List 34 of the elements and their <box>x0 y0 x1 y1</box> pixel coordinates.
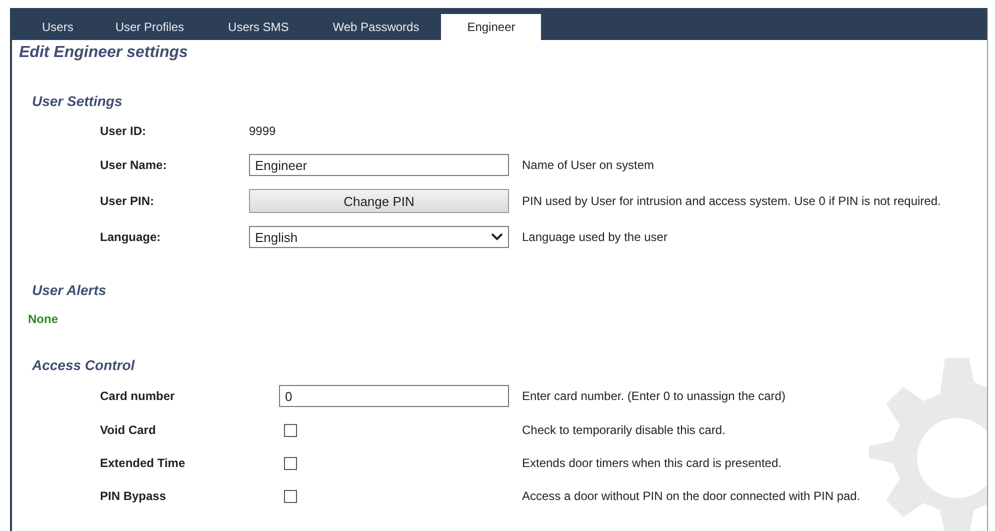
field-description: Language used by the user <box>522 230 668 244</box>
field-description: Name of User on system <box>522 158 656 172</box>
field-description: Check to temporarily disable this card. <box>522 423 726 437</box>
page-title: Edit Engineer settings <box>19 44 189 62</box>
field-label: User Name: <box>100 158 168 172</box>
input-field[interactable]: Engineer <box>249 154 509 176</box>
tab[interactable]: Users SMS <box>206 14 311 40</box>
field-description: Enter card number. (Enter 0 to unassign the card) <box>522 389 786 403</box>
field-label: PIN Bypass <box>100 489 168 503</box>
field-description: Extends door timers when this card is presented. <box>522 456 782 470</box>
change-pin-button[interactable]: Change PIN <box>249 189 509 213</box>
field-value: 9999 <box>249 124 276 138</box>
section-title: Access Control <box>32 357 136 373</box>
checkbox[interactable] <box>284 424 297 436</box>
field-description: Access a door without PIN on the door connected with PIN pad. <box>522 489 862 503</box>
chevron-down-icon <box>491 233 503 241</box>
section-title: User Settings <box>32 93 124 109</box>
section-title: User Alerts <box>32 282 108 298</box>
checkbox[interactable] <box>284 456 297 470</box>
alerts-status: None <box>28 312 59 326</box>
tab[interactable]: User Profiles <box>93 14 206 40</box>
field-label: Extended Time <box>100 456 186 470</box>
field-label: Card number <box>100 389 176 403</box>
checkbox[interactable] <box>284 490 297 502</box>
field-label: Void Card <box>100 423 157 437</box>
input-field[interactable]: 0 <box>279 385 509 407</box>
tab[interactable]: Users <box>22 14 94 40</box>
field-label: Language: <box>100 230 162 244</box>
language-dropdown[interactable]: English <box>249 226 509 248</box>
tab[interactable]: Engineer <box>441 14 542 40</box>
tab[interactable]: Web Passwords <box>310 14 442 40</box>
field-description: PIN used by User for intrusion and access system. Use 0 if PIN is not required. <box>522 194 942 208</box>
field-label: User ID: <box>100 124 148 138</box>
field-label: User PIN: <box>100 194 156 208</box>
